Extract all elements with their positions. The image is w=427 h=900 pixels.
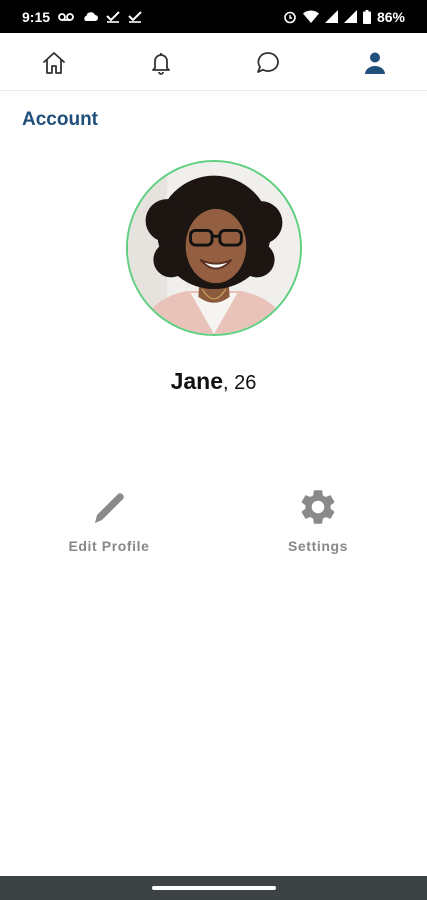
pencil-icon [95,493,124,523]
home-indicator[interactable] [152,886,276,890]
profile-avatar[interactable] [126,160,302,336]
check-icon [128,10,142,23]
cloud-icon [84,12,99,21]
gear-icon [301,490,335,524]
wifi-icon [302,10,319,23]
status-time: 9:15 [22,8,51,25]
system-gesture-bar [0,876,427,900]
profile-photo [128,162,300,334]
voicemail-icon [58,12,74,21]
alarm-icon [284,11,296,23]
settings-label: Settings [287,538,349,554]
nav-home-button[interactable] [39,48,69,78]
profile-age: , 26 [223,372,257,394]
nav-notifications-button[interactable] [146,48,176,78]
check-icon [106,10,120,23]
edit-profile-button[interactable]: Edit Profile [39,486,179,554]
profile-name: Jane [170,368,224,394]
page-title: Account [22,109,98,130]
home-icon [43,52,65,74]
battery-percent: 86% [376,8,405,25]
signal-icon [343,10,357,23]
battery-icon [362,9,371,24]
edit-profile-label: Edit Profile [68,538,150,554]
profile-name-line: Jane, 26 [0,368,427,395]
bell-icon [152,53,170,75]
status-bar: 9:15 86% [0,0,427,33]
person-icon [365,52,385,74]
nav-profile-button[interactable] [360,48,390,78]
chat-bubble-icon [257,52,279,73]
account-screen: 9:15 86% Account Jane, 26 Edit Profile S… [0,0,427,900]
top-nav [0,33,427,91]
signal-icon [324,10,338,23]
nav-messages-button[interactable] [253,48,283,78]
settings-button[interactable]: Settings [248,486,388,554]
